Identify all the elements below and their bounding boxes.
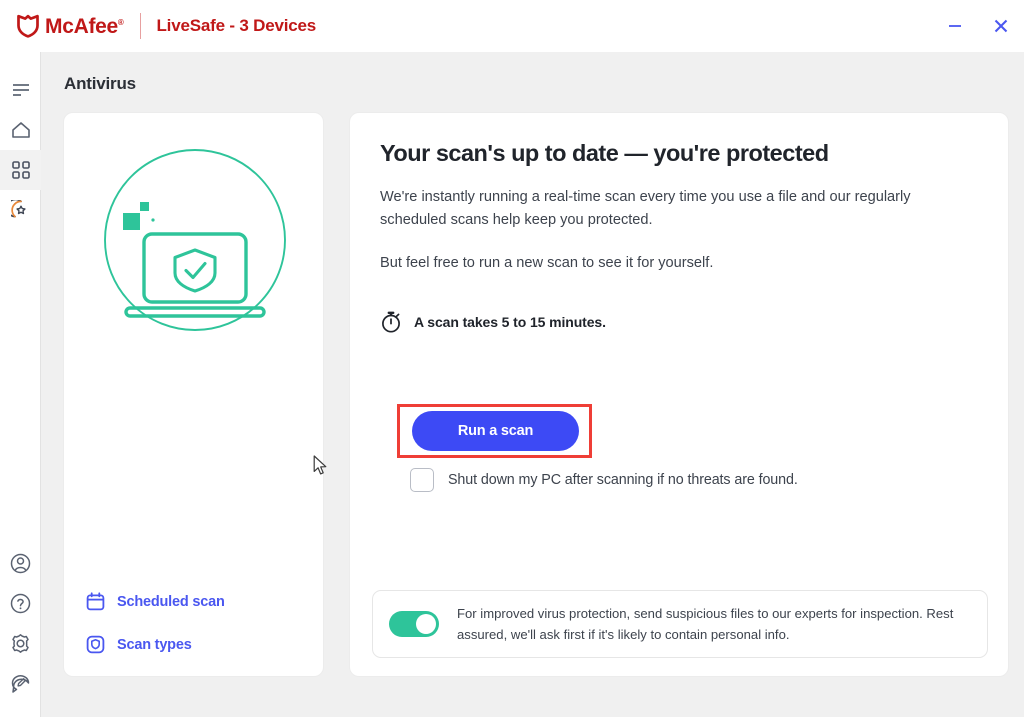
menu-icon	[12, 84, 29, 96]
sidebar-item-my-protection[interactable]	[0, 150, 41, 190]
scan-status-headline: Your scan's up to date — you're protecte…	[380, 140, 829, 166]
shutdown-checkbox-row: Shut down my PC after scanning if no thr…	[410, 468, 798, 492]
minimize-icon	[949, 25, 961, 27]
card-links: Scheduled scan Scan types	[86, 592, 225, 654]
close-button[interactable]	[978, 0, 1024, 52]
suspicious-files-banner: For improved virus protection, send susp…	[372, 589, 988, 658]
sidebar-item-protection-score[interactable]	[0, 190, 41, 230]
home-icon	[11, 122, 30, 138]
sidebar-item-account[interactable]	[0, 543, 41, 583]
close-icon	[994, 19, 1008, 33]
brand-divider	[139, 13, 141, 39]
shutdown-after-scan-label: Shut down my PC after scanning if no thr…	[448, 472, 798, 488]
protection-illustration	[64, 147, 325, 333]
grid-icon	[11, 161, 30, 179]
window-controls	[932, 0, 1024, 52]
scan-types-link[interactable]: Scan types	[86, 635, 225, 654]
sidebar-top-group	[0, 52, 41, 230]
scan-duration-text: A scan takes 5 to 15 minutes.	[414, 313, 606, 330]
scan-status-paragraph-2: But feel free to run a new scan to see i…	[380, 254, 714, 271]
scan-illustration-card: Scheduled scan Scan types	[63, 112, 324, 677]
send-suspicious-files-toggle[interactable]	[389, 610, 439, 637]
stopwatch-icon	[382, 311, 400, 333]
sidebar-item-help[interactable]	[0, 583, 41, 623]
minimize-button[interactable]	[932, 0, 978, 52]
product-name: LiveSafe - 3 Devices	[156, 16, 317, 35]
feedback-icon	[11, 674, 30, 693]
help-icon	[10, 593, 31, 613]
laptop-shield-check-illustration	[103, 149, 286, 331]
scheduled-scan-link[interactable]: Scheduled scan	[86, 592, 225, 611]
settings-gear-icon	[12, 633, 29, 653]
main-content: Antivirus Scheduled scan Scan types Your…	[41, 52, 1024, 717]
brand-logo: McAfee® LiveSafe - 3 Devices	[16, 13, 316, 39]
scan-status-card: Your scan's up to date — you're protecte…	[349, 112, 1009, 677]
calendar-icon	[86, 592, 105, 611]
title-bar: McAfee® LiveSafe - 3 Devices	[0, 0, 1024, 52]
sidebar	[0, 52, 41, 717]
scan-status-paragraph-1: We're instantly running a real-time scan…	[380, 189, 911, 228]
scan-duration-row: A scan takes 5 to 15 minutes.	[380, 310, 978, 333]
app-window: McAfee® LiveSafe - 3 Devices Antivirus S…	[0, 0, 1024, 717]
toggle-knob	[416, 613, 436, 634]
brand-name: McAfee®	[45, 14, 124, 38]
scan-shield-icon	[86, 635, 105, 654]
account-icon	[10, 553, 31, 573]
run-a-scan-button[interactable]: Run a scan	[412, 411, 579, 451]
shutdown-after-scan-checkbox[interactable]	[410, 468, 434, 492]
mcafee-shield-icon	[17, 14, 39, 38]
security-badge-icon	[10, 200, 26, 218]
sidebar-item-feedback[interactable]	[0, 663, 41, 703]
scheduled-scan-label: Scheduled scan	[117, 593, 225, 610]
suspicious-files-banner-text: For improved virus protection, send susp…	[457, 605, 954, 642]
scan-types-label: Scan types	[117, 636, 192, 653]
sidebar-item-menu[interactable]	[0, 70, 41, 110]
page-title: Antivirus	[64, 74, 136, 93]
brand-trademark: ®	[117, 17, 124, 27]
scan-status-body: Your scan's up to date — you're protecte…	[350, 113, 1008, 492]
sidebar-bottom-group	[0, 543, 40, 717]
sidebar-item-home[interactable]	[0, 110, 41, 150]
sidebar-item-settings[interactable]	[0, 623, 41, 663]
